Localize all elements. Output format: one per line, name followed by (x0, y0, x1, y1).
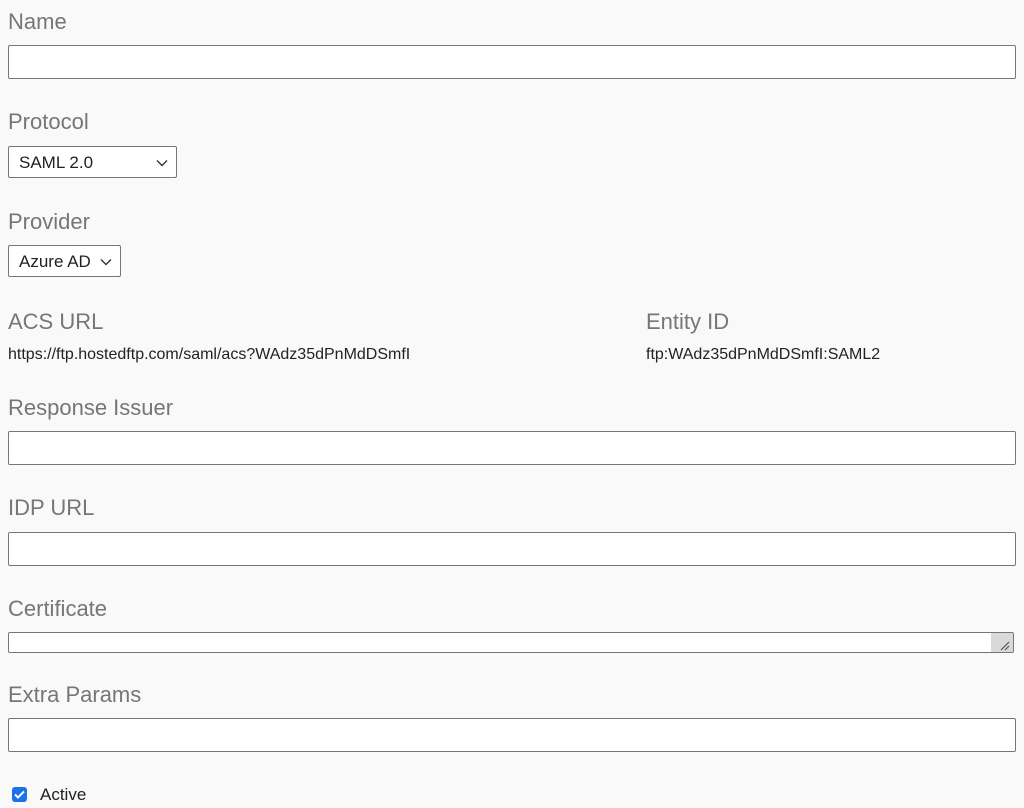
provider-label: Provider (8, 209, 90, 234)
protocol-select-value: SAML 2.0 (19, 153, 94, 172)
certificate-label: Certificate (8, 596, 108, 621)
chevron-down-icon (100, 246, 112, 278)
extra-params-label: Extra Params (8, 682, 142, 707)
acs-url-value: https://ftp.hostedftp.com/saml/acs?WAdz3… (8, 346, 411, 363)
chevron-down-icon (156, 147, 168, 179)
response-issuer-label: Response Issuer (8, 395, 174, 420)
checkmark-icon (14, 790, 25, 799)
provider-select[interactable]: Azure AD (8, 245, 121, 277)
idp-url-label: IDP URL (8, 495, 95, 520)
active-label[interactable]: Active (40, 785, 86, 805)
acs-url-label: ACS URL (8, 309, 104, 334)
certificate-textarea[interactable] (8, 632, 1014, 653)
response-issuer-input[interactable] (8, 431, 1016, 465)
name-label: Name (8, 9, 67, 34)
active-checkbox[interactable] (12, 787, 27, 802)
provider-select-value: Azure AD (19, 252, 91, 271)
idp-url-input[interactable] (8, 532, 1016, 566)
resize-grip-icon[interactable] (991, 633, 1013, 652)
entity-id-label: Entity ID (646, 309, 730, 334)
name-input[interactable] (8, 45, 1016, 79)
protocol-select[interactable]: SAML 2.0 (8, 146, 177, 178)
extra-params-input[interactable] (8, 718, 1016, 752)
entity-id-value: ftp:WAdz35dPnMdDSmfI:SAML2 (646, 346, 881, 363)
protocol-label: Protocol (8, 109, 89, 134)
